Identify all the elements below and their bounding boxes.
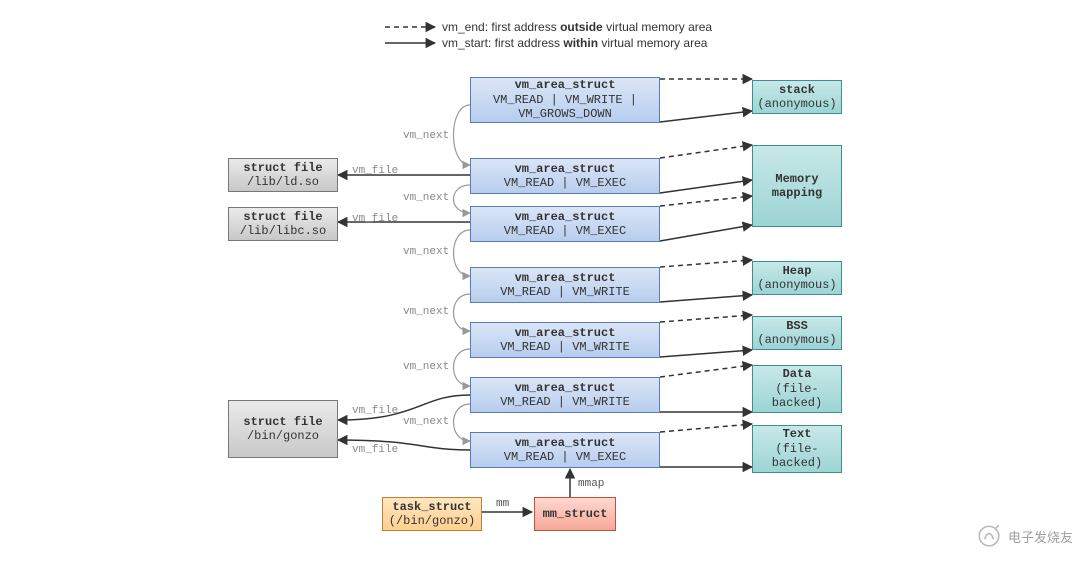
watermark: 电子发烧友 [976, 523, 1073, 549]
region-memmap: Memory mapping [752, 145, 842, 227]
file-ld: struct file /lib/ld.so [228, 158, 338, 192]
lbl-vmnext-2: vm_next [403, 246, 449, 258]
vma-1-ld: vm_area_struct VM_READ | VM_EXEC [470, 158, 660, 194]
region-heap: Heap (anonymous) [752, 261, 842, 295]
lbl-vmfile-1: vm_file [352, 213, 398, 225]
lbl-mm: mm [496, 498, 509, 510]
file-libc: struct file /lib/libc.so [228, 207, 338, 241]
lbl-mmap: mmap [578, 478, 604, 490]
region-data: Data (file-backed) [752, 365, 842, 413]
region-stack: stack (anonymous) [752, 80, 842, 114]
lbl-vmfile-2: vm_file [352, 405, 398, 417]
vma-2-libc: vm_area_struct VM_READ | VM_EXEC [470, 206, 660, 242]
vma-5-data: vm_area_struct VM_READ | VM_WRITE [470, 377, 660, 413]
legend-vm-start: vm_start: first address within virtual m… [442, 36, 707, 50]
lbl-vmnext-5: vm_next [403, 416, 449, 428]
legend-vm-end: vm_end: first address outside virtual me… [442, 20, 712, 34]
mm-struct: mm_struct [534, 497, 616, 531]
region-bss: BSS (anonymous) [752, 316, 842, 350]
vma-4-bss: vm_area_struct VM_READ | VM_WRITE [470, 322, 660, 358]
vma-6-text: vm_area_struct VM_READ | VM_EXEC [470, 432, 660, 468]
vma-0-stack: vm_area_struct VM_READ | VM_WRITE | VM_G… [470, 77, 660, 123]
file-gonzo: struct file /bin/gonzo [228, 400, 338, 458]
lbl-vmfile-0: vm_file [352, 165, 398, 177]
lbl-vmnext-0: vm_next [403, 130, 449, 142]
lbl-vmnext-1: vm_next [403, 192, 449, 204]
vma-3-heap: vm_area_struct VM_READ | VM_WRITE [470, 267, 660, 303]
lbl-vmnext-4: vm_next [403, 361, 449, 373]
lbl-vmfile-3: vm_file [352, 444, 398, 456]
task-struct: task_struct (/bin/gonzo) [382, 497, 482, 531]
spark-icon [976, 523, 1002, 549]
lbl-vmnext-3: vm_next [403, 306, 449, 318]
region-text: Text (file-backed) [752, 425, 842, 473]
